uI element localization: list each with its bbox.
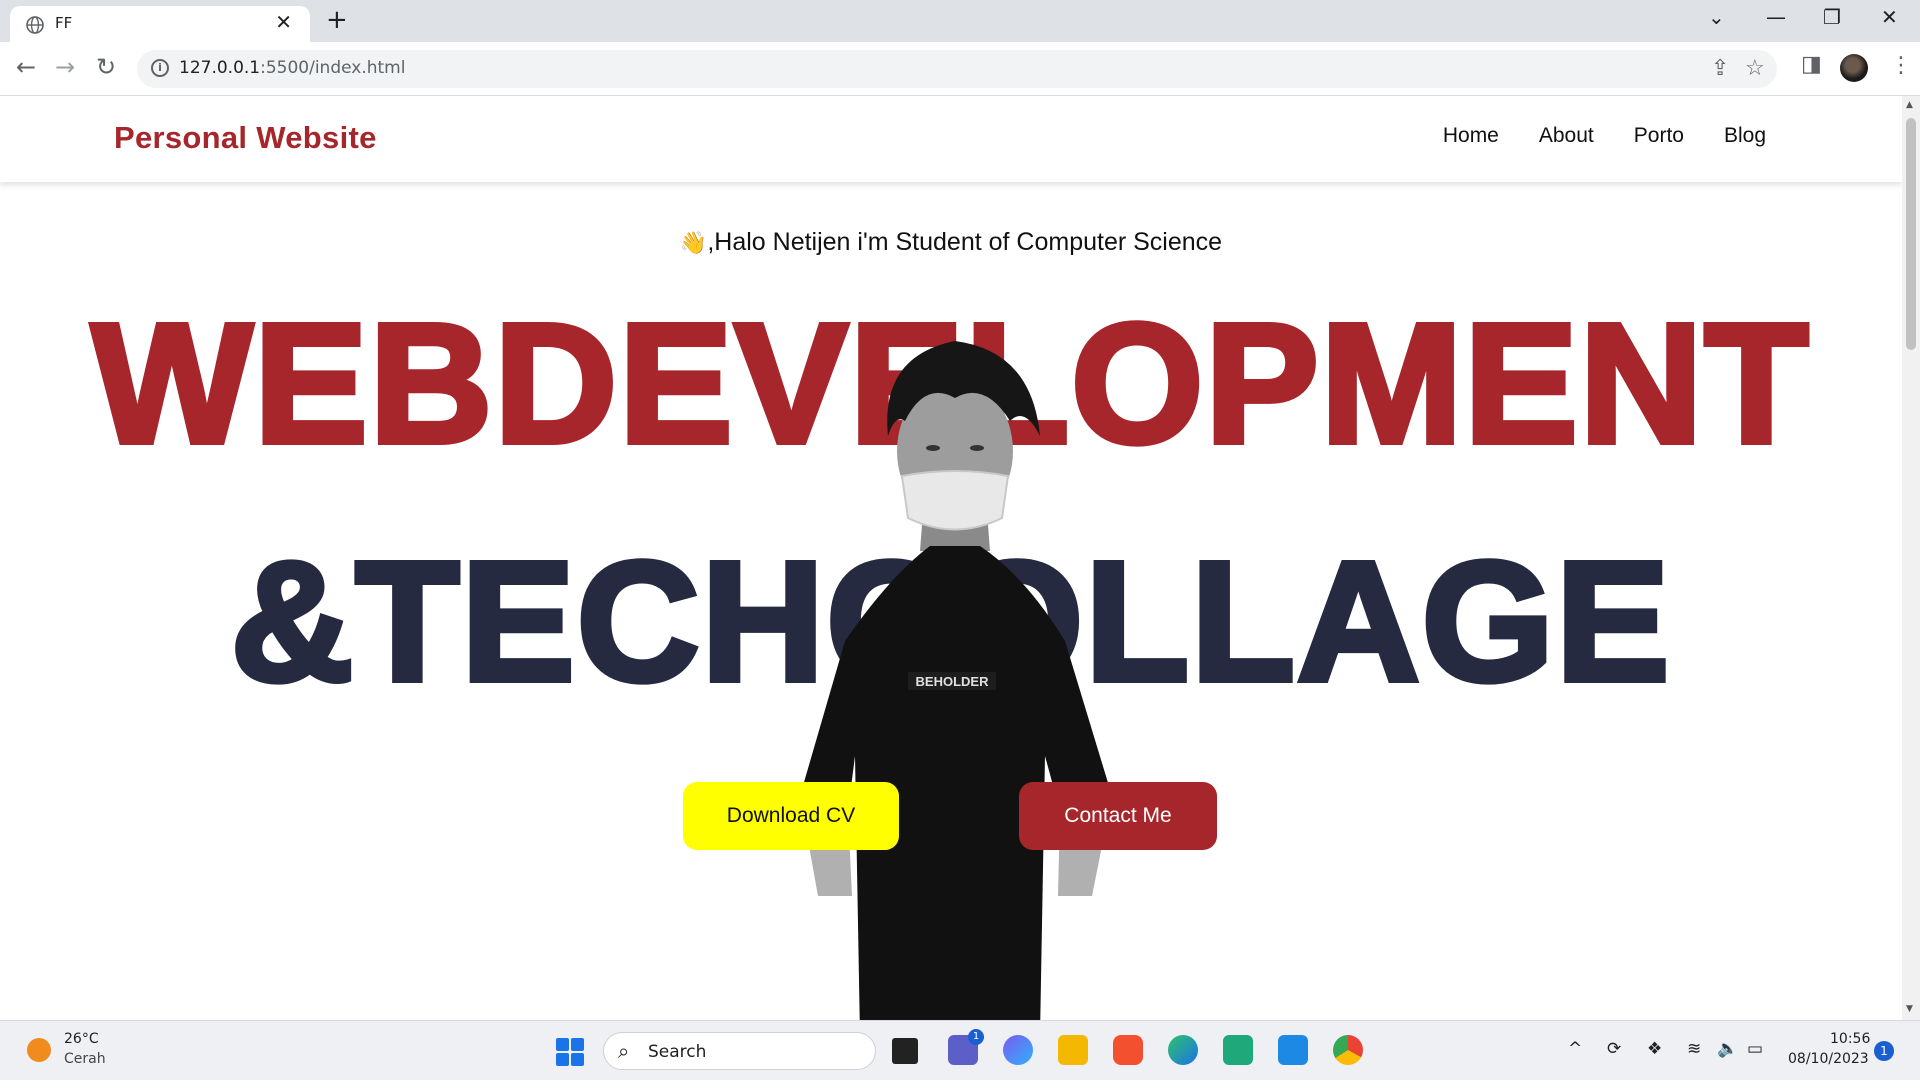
weather-sun-icon[interactable] xyxy=(27,1038,51,1062)
greeting-text: ,Halo Netijen i'm Student of Computer Sc… xyxy=(707,228,1223,256)
browser-tab[interactable]: FF ✕ xyxy=(10,6,310,42)
nav-blog[interactable]: Blog xyxy=(1724,124,1766,148)
page-viewport: Personal Website Home About Porto Blog 👋… xyxy=(0,96,1902,1020)
teams-icon[interactable]: 1 xyxy=(948,1029,984,1065)
restore-button[interactable]: ❐ xyxy=(1823,5,1841,29)
weather-temp[interactable]: 26°C xyxy=(64,1031,99,1047)
scrollbar-thumb[interactable] xyxy=(1906,118,1916,350)
clock-time[interactable]: 10:56 xyxy=(1830,1031,1870,1047)
scroll-down-icon[interactable]: ▼ xyxy=(1906,1004,1913,1014)
tab-title: FF xyxy=(55,14,73,32)
site-logo[interactable]: Personal Website xyxy=(114,120,377,156)
tab-close-icon[interactable]: ✕ xyxy=(275,10,292,34)
tab-search-icon[interactable]: ⌄ xyxy=(1708,5,1725,29)
edge-icon[interactable] xyxy=(1168,1035,1198,1065)
scroll-up-icon[interactable]: ▲ xyxy=(1906,100,1913,110)
site-header: Personal Website Home About Porto Blog xyxy=(0,96,1902,182)
greeting: 👋,Halo Netijen i'm Student of Computer S… xyxy=(0,228,1902,257)
close-window-button[interactable]: ✕ xyxy=(1881,5,1898,29)
vscode-icon[interactable] xyxy=(1278,1035,1308,1065)
volume-icon[interactable]: 🔈 xyxy=(1717,1039,1738,1059)
weather-desc[interactable]: Cerah xyxy=(64,1051,106,1067)
avatar[interactable] xyxy=(1840,54,1868,82)
new-tab-button[interactable]: + xyxy=(326,5,348,35)
search-label: Search xyxy=(648,1042,707,1062)
dropbox-icon[interactable]: ❖ xyxy=(1647,1039,1662,1059)
file-explorer-icon[interactable] xyxy=(1058,1035,1088,1065)
back-arrow-icon[interactable]: ← xyxy=(16,53,36,81)
forward-arrow-icon[interactable]: → xyxy=(55,53,75,81)
download-cv-button[interactable]: Download CV xyxy=(683,782,899,850)
contact-me-button[interactable]: Contact Me xyxy=(1019,782,1217,850)
vscode-insiders-icon[interactable] xyxy=(1223,1035,1253,1065)
browser-toolbar: ← → ↻ i 127.0.0.1:5500/index.html ⇪ ☆ ◨ … xyxy=(0,42,1920,96)
site-nav: Home About Porto Blog xyxy=(1443,124,1766,148)
share-icon[interactable]: ⇪ xyxy=(1711,56,1729,81)
show-hidden-icons-icon[interactable]: ^ xyxy=(1568,1039,1582,1059)
windows-start-icon[interactable] xyxy=(556,1038,584,1066)
address-bar[interactable]: i 127.0.0.1:5500/index.html ⇪ ☆ xyxy=(137,50,1777,88)
search-icon: ⌕ xyxy=(618,1039,630,1063)
minimize-button[interactable]: — xyxy=(1766,5,1786,29)
wifi-icon[interactable]: ≋ xyxy=(1687,1039,1701,1059)
info-icon[interactable]: i xyxy=(151,59,169,77)
browser-tab-strip: FF ✕ + ⌄ — ❐ ✕ xyxy=(0,0,1920,42)
task-view-icon[interactable] xyxy=(892,1038,918,1064)
notification-badge[interactable]: 1 xyxy=(1874,1041,1894,1061)
taskbar-search[interactable]: ⌕ Search xyxy=(603,1032,876,1070)
copilot-icon[interactable] xyxy=(1003,1035,1033,1065)
portrait-image: BEHOLDER xyxy=(800,341,1112,1020)
globe-icon xyxy=(26,16,44,34)
page-scrollbar[interactable]: ▲ ▼ xyxy=(1902,96,1920,1020)
app-icon[interactable] xyxy=(1113,1035,1143,1065)
url-text[interactable]: 127.0.0.1:5500/index.html xyxy=(179,58,405,78)
reload-icon[interactable]: ↻ xyxy=(96,53,116,81)
sync-icon[interactable]: ⟳ xyxy=(1607,1039,1621,1059)
kebab-menu-icon[interactable]: ⋮ xyxy=(1890,53,1912,78)
nav-porto[interactable]: Porto xyxy=(1634,124,1684,148)
windows-taskbar: 26°C Cerah ⌕ Search 1 ^ ⟳ ❖ ≋ 🔈 ▭ 10:56 … xyxy=(0,1020,1920,1080)
battery-icon[interactable]: ▭ xyxy=(1747,1039,1763,1059)
shirt-text: BEHOLDER xyxy=(916,674,990,689)
wave-emoji: 👋 xyxy=(679,230,708,255)
star-icon[interactable]: ☆ xyxy=(1745,56,1765,81)
chrome-icon[interactable] xyxy=(1333,1035,1363,1065)
nav-home[interactable]: Home xyxy=(1443,124,1499,148)
sidebar-icon[interactable]: ◨ xyxy=(1801,52,1822,77)
nav-about[interactable]: About xyxy=(1539,124,1594,148)
clock-date[interactable]: 08/10/2023 xyxy=(1788,1051,1869,1067)
